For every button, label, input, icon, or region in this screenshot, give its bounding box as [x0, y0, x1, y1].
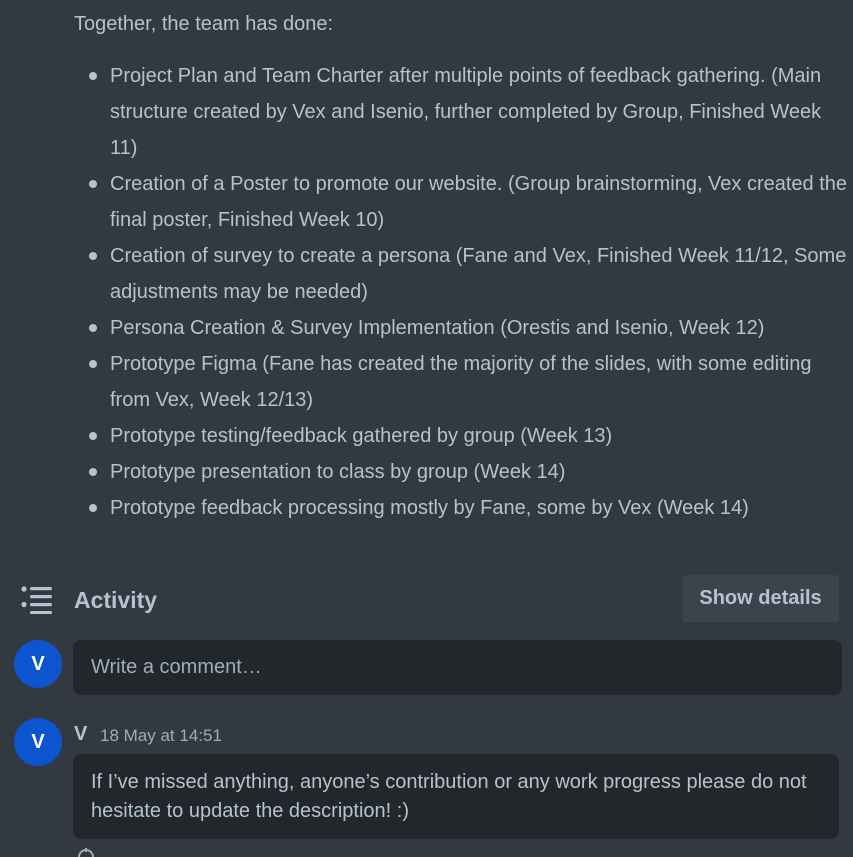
- list-item: Creation of survey to create a persona (…: [74, 238, 849, 310]
- comment-text: If I’ve missed anything, anyone’s contri…: [73, 754, 839, 839]
- list-item: Prototype testing/feedback gathered by g…: [74, 418, 849, 454]
- comment-input[interactable]: Write a comment…: [73, 640, 842, 695]
- comment-timestamp[interactable]: 18 May at 14:51: [100, 726, 222, 746]
- list-item: Prototype feedback processing mostly by …: [74, 490, 849, 526]
- description-intro: Together, the team has done:: [74, 13, 334, 35]
- list-item: Prototype presentation to class by group…: [74, 454, 849, 490]
- add-reaction-icon[interactable]: [76, 847, 96, 857]
- avatar[interactable]: V: [14, 640, 62, 688]
- activity-heading: Activity: [74, 587, 158, 613]
- list-item: Prototype Figma (Fane has created the ma…: [74, 346, 849, 418]
- list-item: Project Plan and Team Charter after mult…: [74, 58, 849, 166]
- comment-author[interactable]: V: [74, 723, 87, 746]
- activity-list-icon: [21, 586, 52, 614]
- comment-avatar[interactable]: V: [14, 718, 62, 766]
- description-list: Project Plan and Team Charter after mult…: [74, 58, 849, 526]
- show-details-button[interactable]: Show details: [682, 575, 839, 622]
- list-item: Creation of a Poster to promote our webs…: [74, 166, 849, 238]
- card-description: Together, the team has done: Project Pla…: [74, 6, 849, 526]
- list-item: Persona Creation & Survey Implementation…: [74, 310, 849, 346]
